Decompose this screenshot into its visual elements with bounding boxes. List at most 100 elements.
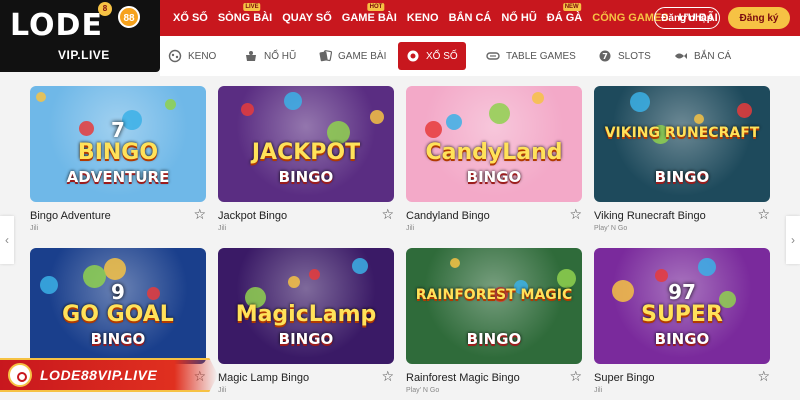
nav-item[interactable]: KENO [402, 0, 444, 36]
favorite-star-icon[interactable]: ☆ [381, 207, 394, 221]
nav-item[interactable]: ĐÁ GÀ NEW [542, 0, 587, 36]
nav-item-label: NỔ HŨ [501, 12, 537, 24]
game-name[interactable]: Rainforest Magic Bingo [406, 372, 520, 384]
jackpot-pot-icon [244, 49, 258, 63]
tab-label: BẮN CÁ [694, 50, 732, 62]
game-thumbnail[interactable]: RAINFOREST MAGIC BINGO [406, 248, 582, 364]
game-card[interactable]: MagicLamp BINGO Magic Lamp Bingo Jili ☆ [218, 248, 394, 398]
site-logo[interactable]: LODE 8 88 VIP.LIVE [0, 0, 160, 72]
game-art-subtitle: BINGO [466, 168, 522, 186]
game-name[interactable]: Jackpot Bingo [218, 210, 287, 222]
game-thumbnail[interactable]: JACKPOT BINGO [218, 86, 394, 202]
game-art-number: 97 [668, 280, 696, 304]
game-thumbnail[interactable]: 7 BINGO ADVENTURE [30, 86, 206, 202]
game-art-subtitle: BINGO [278, 330, 334, 348]
game-card[interactable]: CandyLand BINGO Candyland Bingo Jili ☆ [406, 86, 582, 236]
nav-item[interactable]: XỔ SỐ [168, 0, 213, 36]
login-button[interactable]: Đăng nhập [654, 7, 720, 29]
decor-ball [309, 269, 320, 280]
nav-item-label: QUAY SỐ [282, 12, 332, 24]
decor-ball [532, 92, 544, 104]
promo-ribbon[interactable]: LODE88VIP.LIVE [0, 358, 218, 392]
game-thumbnail[interactable]: 9 GO GOAL BINGO [30, 248, 206, 364]
game-card[interactable]: JACKPOT BINGO Jackpot Bingo Jili ☆ [218, 86, 394, 236]
decor-ball [165, 99, 176, 110]
tab-slots[interactable]: 7 SLOTS [590, 42, 659, 70]
game-art-title: BINGO [77, 140, 159, 165]
decor-ball [557, 269, 576, 288]
game-provider: Jili [594, 387, 603, 394]
decor-ball [352, 258, 368, 274]
nav-item[interactable]: GAME BÀI HOT [337, 0, 402, 36]
register-button[interactable]: Đăng ký [728, 7, 790, 29]
decor-ball [425, 121, 442, 138]
nav-badge: NEW [562, 3, 581, 11]
tab-label: TABLE GAMES [506, 50, 576, 62]
game-art-subtitle: BINGO [90, 330, 146, 348]
game-thumbnail[interactable]: VIKING RUNECRAFT BINGO [594, 86, 770, 202]
nav-item-label: BẮN CÁ [448, 12, 492, 24]
favorite-star-icon[interactable]: ☆ [569, 207, 582, 221]
fish-icon [674, 49, 688, 63]
decor-ball [241, 103, 254, 116]
favorite-star-icon[interactable]: ☆ [757, 207, 770, 221]
tab-xổ-số[interactable]: XỔ SỐ [398, 42, 466, 70]
favorite-star-icon[interactable]: ☆ [381, 369, 394, 383]
game-provider: Play' N Go [594, 225, 628, 232]
game-card[interactable]: 97 SUPER BINGO Super Bingo Jili ☆ [594, 248, 770, 398]
decor-ball [698, 258, 716, 276]
decor-ball [370, 110, 384, 124]
game-art-title: SUPER [641, 302, 723, 327]
game-provider: Jili [406, 225, 415, 232]
game-card[interactable]: RAINFOREST MAGIC BINGO Rainforest Magic Bi… [406, 248, 582, 398]
nav-item[interactable]: QUAY SỐ [277, 0, 337, 36]
game-thumbnail[interactable]: 97 SUPER BINGO [594, 248, 770, 364]
game-art-title: VIKING RUNECRAFT [604, 125, 760, 141]
game-art-title: GO GOAL [62, 302, 174, 327]
tab-label: NỔ HŨ [264, 50, 297, 62]
game-name[interactable]: Super Bingo [594, 372, 655, 384]
game-card[interactable]: VIKING RUNECRAFT BINGO Viking Runecraft Bi… [594, 86, 770, 236]
nav-item-label: XỔ SỐ [173, 12, 208, 24]
favorite-star-icon[interactable]: ☆ [193, 207, 206, 221]
game-name[interactable]: Viking Runecraft Bingo [594, 210, 706, 222]
game-grid: ‹ › 7 BINGO ADVENTURE Bingo Adventure Jili ☆ J… [0, 76, 800, 400]
logo-subtitle: VIP.LIVE [58, 48, 110, 62]
game-art-title: MagicLamp [235, 302, 377, 327]
nav-badge: HOT [367, 3, 385, 11]
game-name[interactable]: Magic Lamp Bingo [218, 372, 309, 384]
tab-game-bài[interactable]: GAME BÀI [310, 42, 394, 70]
decor-ball [489, 103, 510, 124]
game-art-subtitle: BINGO [654, 330, 710, 348]
tab-bắn-cá[interactable]: BẮN CÁ [666, 42, 739, 70]
prev-arrow-icon[interactable]: ‹ [0, 216, 14, 264]
nav-item[interactable]: SÒNG BÀI LIVE [213, 0, 277, 36]
lottery-icon [406, 49, 420, 63]
game-thumbnail[interactable]: CandyLand BINGO [406, 86, 582, 202]
tab-label: XỔ SỐ [426, 50, 458, 62]
tab-keno[interactable]: KENO [160, 42, 224, 70]
table-icon [486, 49, 500, 63]
cards-icon [318, 49, 333, 63]
game-art-title: CandyLand [425, 140, 563, 165]
next-arrow-icon[interactable]: › [786, 216, 800, 264]
tab-label: KENO [188, 50, 217, 62]
game-art-title: RAINFOREST MAGIC [415, 287, 573, 303]
decor-ball [446, 114, 462, 130]
favorite-star-icon[interactable]: ☆ [569, 369, 582, 383]
nav-item-label: SÒNG BÀI [217, 12, 273, 24]
tab-table-games[interactable]: TABLE GAMES [478, 42, 584, 70]
game-card[interactable]: 7 BINGO ADVENTURE Bingo Adventure Jili ☆ [30, 86, 206, 236]
game-name[interactable]: Bingo Adventure [30, 210, 111, 222]
game-thumbnail[interactable]: MagicLamp BINGO [218, 248, 394, 364]
favorite-star-icon[interactable]: ☆ [757, 369, 770, 383]
decor-ball [655, 269, 668, 282]
nav-item[interactable]: BẮN CÁ [444, 0, 497, 36]
tab-nổ-hũ[interactable]: NỔ HŨ [236, 42, 304, 70]
nav-item[interactable]: NỔ HŨ [496, 0, 541, 36]
tab-label: GAME BÀI [338, 50, 387, 62]
svg-text:7: 7 [602, 52, 608, 61]
decor-ball [630, 92, 650, 112]
game-name[interactable]: Candyland Bingo [406, 210, 490, 222]
game-provider: Jili [218, 387, 227, 394]
